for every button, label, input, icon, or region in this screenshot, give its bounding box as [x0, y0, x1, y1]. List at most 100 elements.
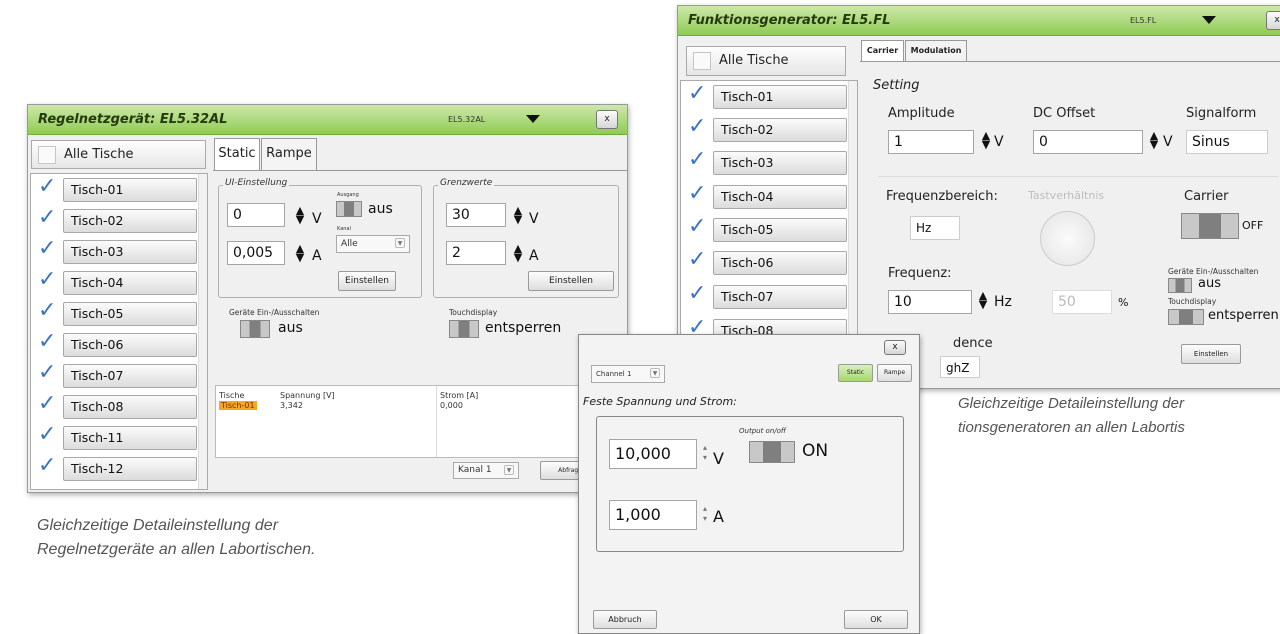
tab-modulation[interactable]: Modulation — [905, 40, 967, 61]
impedance-select[interactable]: ghZ — [940, 356, 980, 378]
touch-toggle[interactable] — [1168, 309, 1204, 325]
list-item[interactable]: ✓ Tisch-01 — [35, 174, 197, 204]
check-icon[interactable]: ✓ — [38, 453, 56, 478]
table-button[interactable]: Tisch-06 — [713, 251, 847, 275]
tab-carrier[interactable]: Carrier — [861, 40, 904, 61]
check-icon[interactable]: ✓ — [38, 391, 56, 416]
close-button[interactable]: x — [884, 340, 906, 355]
limit-current-spinner[interactable]: ▲ ▼ — [510, 243, 526, 263]
list-item[interactable]: ✓ Tisch-04 — [685, 181, 847, 211]
voltage-spinner[interactable]: ▴ ▾ — [697, 443, 713, 463]
limit-voltage-input[interactable]: 30 — [446, 203, 506, 227]
freq-input[interactable]: 10 — [888, 290, 972, 314]
list-item[interactable]: ✓ Tisch-02 — [685, 114, 847, 144]
check-icon[interactable]: ✓ — [38, 422, 56, 447]
list-item[interactable]: ✓ Tisch-03 — [685, 147, 847, 177]
amplitude-input[interactable]: 1 — [888, 130, 974, 154]
list-item[interactable]: ✓ Tisch-03 — [35, 236, 197, 266]
check-icon[interactable]: ✓ — [38, 236, 56, 261]
tab-static[interactable]: Static — [214, 138, 260, 170]
channel-select[interactable]: Alle ▼ — [336, 235, 410, 253]
set-button[interactable]: Einstellen — [338, 271, 396, 291]
table-button[interactable]: Tisch-11 — [63, 426, 197, 450]
current-spinner[interactable]: ▲ ▼ — [292, 243, 308, 263]
duty-input[interactable]: 50 — [1052, 290, 1112, 314]
table-button[interactable]: Tisch-05 — [63, 302, 197, 326]
list-item[interactable]: ✓ Tisch-12 — [35, 453, 197, 483]
check-icon[interactable]: ✓ — [38, 267, 56, 292]
ok-button[interactable]: OK — [844, 610, 908, 629]
duty-dial-icon[interactable] — [1040, 211, 1095, 266]
table-button[interactable]: Tisch-02 — [63, 209, 197, 233]
check-icon[interactable]: ✓ — [688, 114, 706, 139]
table-button[interactable]: Tisch-06 — [63, 333, 197, 357]
limit-set-button[interactable]: Einstellen — [528, 271, 614, 291]
kanal-select[interactable]: Kanal 1 ▼ — [453, 462, 519, 479]
list-item[interactable]: ✓ Tisch-08 — [35, 391, 197, 421]
table-button[interactable]: Tisch-08 — [63, 395, 197, 419]
table-button[interactable]: Tisch-12 — [63, 457, 197, 481]
limit-current-input[interactable]: 2 — [446, 241, 506, 265]
check-icon[interactable]: ✓ — [38, 298, 56, 323]
current-input[interactable]: 0,005 — [227, 241, 285, 265]
check-icon[interactable]: ✓ — [688, 281, 706, 306]
freq-range-select[interactable]: Hz — [910, 216, 960, 240]
table-button[interactable]: Tisch-03 — [713, 151, 847, 175]
list-item[interactable]: ✓ Tisch-07 — [35, 360, 197, 390]
table-button[interactable]: Tisch-02 — [713, 118, 847, 142]
check-icon[interactable]: ✓ — [38, 205, 56, 230]
current-spinner[interactable]: ▴ ▾ — [697, 504, 713, 524]
list-item[interactable]: ✓ Tisch-06 — [35, 329, 197, 359]
list-item[interactable]: ✓ Tisch-05 — [35, 298, 197, 328]
checkbox-icon[interactable] — [693, 52, 711, 70]
dc-offset-spinner[interactable]: ▲ ▼ — [1146, 130, 1162, 150]
check-icon[interactable]: ✓ — [38, 174, 56, 199]
table-cell-tisch[interactable]: Tisch-01 — [219, 401, 257, 410]
voltage-input[interactable]: 10,000 — [609, 439, 697, 469]
output-toggle[interactable] — [336, 201, 362, 217]
device-toggle[interactable] — [240, 320, 270, 338]
check-icon[interactable]: ✓ — [38, 360, 56, 385]
dc-offset-input[interactable]: 0 — [1033, 130, 1143, 154]
limit-voltage-spinner[interactable]: ▲ ▼ — [510, 205, 526, 225]
list-item[interactable]: ✓ Tisch-07 — [685, 281, 847, 311]
rampe-button[interactable]: Rampe — [877, 364, 912, 382]
table-button[interactable]: Tisch-04 — [713, 185, 847, 209]
channel-select[interactable]: Channel 1 ▼ — [591, 365, 665, 383]
table-button[interactable]: Tisch-07 — [713, 285, 847, 309]
static-button[interactable]: Static — [838, 364, 873, 382]
list-item[interactable]: ✓ Tisch-02 — [35, 205, 197, 235]
list-item[interactable]: ✓ Tisch-11 — [35, 422, 197, 452]
check-icon[interactable]: ✓ — [688, 214, 706, 239]
current-input[interactable]: 1,000 — [609, 500, 697, 530]
voltage-input[interactable]: 0 — [227, 203, 285, 227]
carrier-toggle[interactable] — [1181, 213, 1239, 239]
check-icon[interactable]: ✓ — [688, 247, 706, 272]
table-button[interactable]: Tisch-04 — [63, 271, 197, 295]
all-tables-button[interactable]: Alle Tische — [686, 46, 846, 76]
close-button[interactable]: x — [596, 110, 618, 129]
checkbox-icon[interactable] — [38, 146, 56, 164]
table-button[interactable]: Tisch-03 — [63, 240, 197, 264]
table-button[interactable]: Tisch-01 — [63, 178, 197, 202]
device-toggle[interactable] — [1168, 278, 1192, 293]
check-icon[interactable]: ✓ — [688, 81, 706, 106]
voltage-spinner[interactable]: ▲ ▼ — [292, 205, 308, 225]
amplitude-spinner[interactable]: ▲ ▼ — [978, 130, 994, 150]
close-button[interactable]: x — [1266, 11, 1280, 30]
table-button[interactable]: Tisch-05 — [713, 218, 847, 242]
freq-spinner[interactable]: ▲ ▼ — [975, 290, 991, 310]
dropdown-arrow-icon[interactable] — [1202, 16, 1216, 24]
dropdown-arrow-icon[interactable] — [526, 115, 540, 123]
list-item[interactable]: ✓ Tisch-06 — [685, 247, 847, 277]
set-button[interactable]: Einstellen — [1181, 344, 1241, 364]
signal-select[interactable]: Sinus — [1186, 130, 1268, 154]
list-item[interactable]: ✓ Tisch-01 — [685, 81, 847, 111]
check-icon[interactable]: ✓ — [38, 329, 56, 354]
cancel-button[interactable]: Abbruch — [593, 610, 657, 629]
scrollbar[interactable] — [198, 174, 207, 489]
check-icon[interactable]: ✓ — [688, 147, 706, 172]
list-item[interactable]: ✓ Tisch-05 — [685, 214, 847, 244]
tab-rampe[interactable]: Rampe — [261, 138, 317, 170]
list-item[interactable]: ✓ Tisch-04 — [35, 267, 197, 297]
